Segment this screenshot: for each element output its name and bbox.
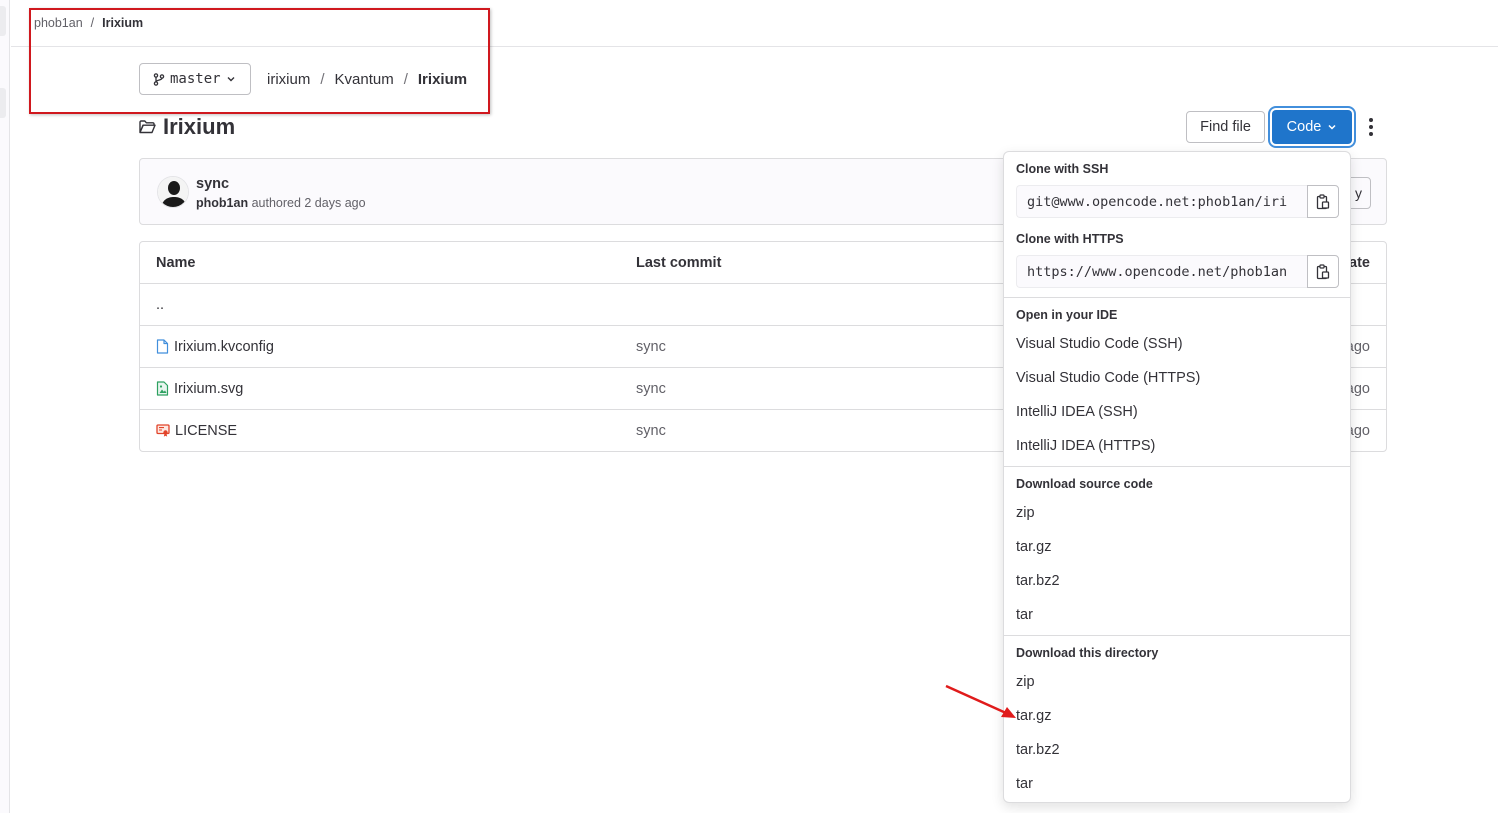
column-header-last-commit: Last commit: [636, 254, 722, 271]
path-item-folder[interactable]: Kvantum: [335, 71, 394, 88]
commit-author[interactable]: phob1an: [196, 196, 248, 210]
copy-icon: [1316, 263, 1330, 279]
folder-open-icon: [139, 120, 156, 134]
clone-ssh-input[interactable]: git@www.opencode.net:phob1an/iri: [1016, 185, 1307, 218]
top-bar: phob1an / Irixium: [11, 0, 1498, 47]
file-name[interactable]: Irixium.svg: [174, 381, 243, 397]
avatar[interactable]: [157, 176, 189, 208]
menu-item-dir-tar[interactable]: tar: [1016, 776, 1033, 792]
path-separator: /: [320, 71, 325, 88]
menu-divider: [1004, 635, 1350, 636]
download-source-header: Download source code: [1016, 477, 1153, 491]
file-name[interactable]: Irixium.kvconfig: [174, 339, 274, 355]
clone-https-header: Clone with HTTPS: [1016, 232, 1124, 246]
code-dropdown-button[interactable]: Code: [1272, 110, 1352, 144]
sidebar-handle-top[interactable]: [0, 6, 6, 36]
more-actions-icon[interactable]: [1362, 114, 1380, 140]
page-title: Irixium: [139, 114, 235, 140]
menu-item-source-tar[interactable]: tar: [1016, 607, 1033, 623]
clone-ssh-header: Clone with SSH: [1016, 162, 1109, 176]
page-title-text: Irixium: [163, 114, 236, 139]
file-commit-message[interactable]: sync: [636, 326, 666, 367]
path-separator: /: [403, 71, 408, 88]
branch-selector[interactable]: master: [139, 63, 251, 95]
path-item-project[interactable]: irixium: [267, 71, 310, 88]
menu-divider: [1004, 297, 1350, 298]
repo-path-breadcrumb: irixium / Kvantum / Irixium: [267, 71, 467, 88]
menu-item-vscode-https[interactable]: Visual Studio Code (HTTPS): [1016, 370, 1200, 386]
menu-item-dir-tar-bz2[interactable]: tar.bz2: [1016, 742, 1060, 758]
copy-https-button[interactable]: [1307, 255, 1339, 288]
clone-https-input[interactable]: https://www.opencode.net/phob1an: [1016, 255, 1307, 288]
breadcrumb-item-project[interactable]: Irixium: [102, 16, 143, 30]
image-file-icon: [156, 381, 169, 396]
commit-time: authored 2 days ago: [248, 196, 366, 210]
download-directory-header: Download this directory: [1016, 646, 1159, 660]
menu-item-intellij-ssh[interactable]: IntelliJ IDEA (SSH): [1016, 404, 1138, 420]
ide-header: Open in your IDE: [1016, 308, 1118, 322]
branch-icon: [153, 72, 165, 86]
menu-item-intellij-https[interactable]: IntelliJ IDEA (HTTPS): [1016, 438, 1155, 454]
file-icon: [156, 339, 169, 354]
breadcrumb-separator: /: [90, 16, 95, 30]
parent-directory-link[interactable]: ..: [156, 284, 164, 325]
clone-https-field: https://www.opencode.net/phob1an: [1016, 255, 1339, 288]
code-dropdown-menu: Clone with SSH git@www.opencode.net:phob…: [1003, 151, 1351, 803]
menu-item-vscode-ssh[interactable]: Visual Studio Code (SSH): [1016, 336, 1183, 352]
clone-ssh-field: git@www.opencode.net:phob1an/iri: [1016, 185, 1339, 218]
license-icon: [156, 424, 170, 437]
menu-item-source-tar-bz2[interactable]: tar.bz2: [1016, 573, 1060, 589]
breadcrumb: phob1an / Irixium: [34, 16, 143, 30]
menu-item-source-tar-gz[interactable]: tar.gz: [1016, 539, 1051, 555]
menu-item-dir-tar-gz[interactable]: tar.gz: [1016, 708, 1051, 724]
file-commit-message[interactable]: sync: [636, 410, 666, 451]
code-button-label: Code: [1286, 119, 1322, 135]
column-header-name: Name: [156, 254, 196, 271]
sidebar-handle[interactable]: [0, 88, 6, 118]
breadcrumb-item-owner[interactable]: phob1an: [34, 16, 83, 30]
file-name[interactable]: LICENSE: [175, 423, 237, 439]
path-item-current[interactable]: Irixium: [418, 71, 467, 88]
commit-title[interactable]: sync: [196, 176, 229, 192]
chevron-down-icon: [227, 77, 235, 82]
copy-ssh-button[interactable]: [1307, 185, 1339, 218]
find-file-button[interactable]: Find file: [1186, 111, 1265, 143]
copy-icon: [1316, 193, 1330, 209]
menu-divider: [1004, 466, 1350, 467]
file-commit-message[interactable]: sync: [636, 368, 666, 409]
chevron-down-icon: [1328, 124, 1336, 130]
branch-label: master: [170, 71, 221, 87]
commit-meta: phob1an authored 2 days ago: [196, 196, 366, 210]
menu-item-dir-zip[interactable]: zip: [1016, 674, 1035, 690]
menu-item-source-zip[interactable]: zip: [1016, 505, 1035, 521]
sidebar-collapsed: [0, 0, 10, 813]
column-header-date: ate: [1349, 254, 1370, 271]
